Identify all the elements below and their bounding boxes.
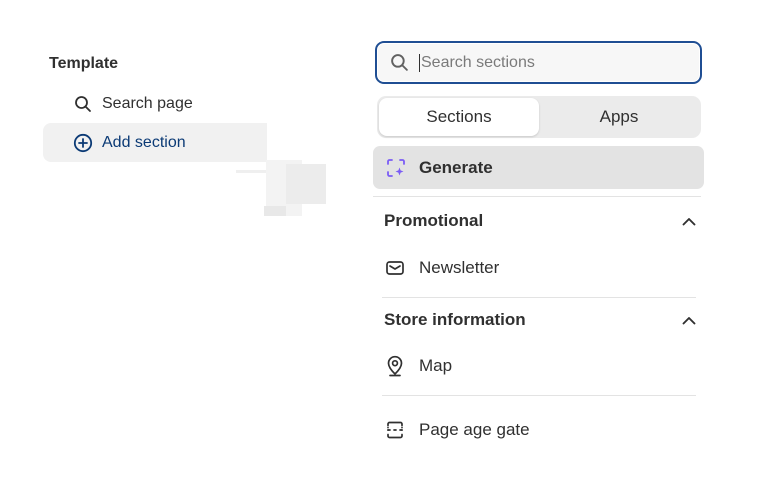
search-page-label: Search page: [102, 94, 193, 112]
picker-tabs: Sections Apps: [377, 96, 701, 138]
search-icon: [73, 94, 93, 114]
section-item-newsletter[interactable]: Newsletter: [384, 254, 698, 282]
divider: [373, 196, 701, 197]
add-section-label: Add section: [102, 133, 186, 151]
tab-sections[interactable]: Sections: [379, 98, 539, 136]
chevron-up-icon[interactable]: [680, 311, 698, 329]
divider: [382, 297, 696, 298]
search-icon: [389, 53, 409, 73]
template-heading: Template: [49, 55, 119, 72]
tab-apps[interactable]: Apps: [539, 98, 699, 136]
map-label: Map: [419, 356, 453, 375]
group-store-information-title: Store information: [384, 310, 526, 329]
search-sections-input[interactable]: [419, 53, 679, 72]
theme-editor: Template Search page Add section Search …: [0, 0, 776, 502]
newsletter-label: Newsletter: [419, 258, 500, 277]
plus-circle-icon: [73, 133, 93, 153]
chevron-up-icon[interactable]: [680, 212, 698, 230]
group-promotional-title: Promotional: [384, 211, 484, 230]
search-page-item[interactable]: Search page: [43, 84, 267, 123]
envelope-icon: [384, 257, 406, 279]
search-sections-box[interactable]: [375, 41, 702, 84]
group-promotional-header[interactable]: Promotional: [384, 208, 698, 234]
left-panel: Template Search page Add section: [43, 0, 267, 502]
generate-button[interactable]: Generate: [373, 146, 704, 189]
divider: [382, 395, 696, 396]
drag-ghost: [236, 160, 326, 220]
sparkle-icon: [385, 157, 407, 179]
add-section-button[interactable]: Add section: [43, 123, 267, 162]
section-item-page-age-gate[interactable]: Page age gate: [384, 416, 698, 444]
generate-label: Generate: [419, 157, 493, 177]
section-picker: Sections Apps Generate Promotional: [372, 38, 710, 502]
group-store-information-header[interactable]: Store information: [384, 307, 698, 333]
layout-section-icon: [384, 419, 406, 441]
section-item-map[interactable]: Map: [384, 352, 698, 380]
map-pin-icon: [384, 355, 406, 377]
page-age-gate-label: Page age gate: [419, 420, 530, 439]
